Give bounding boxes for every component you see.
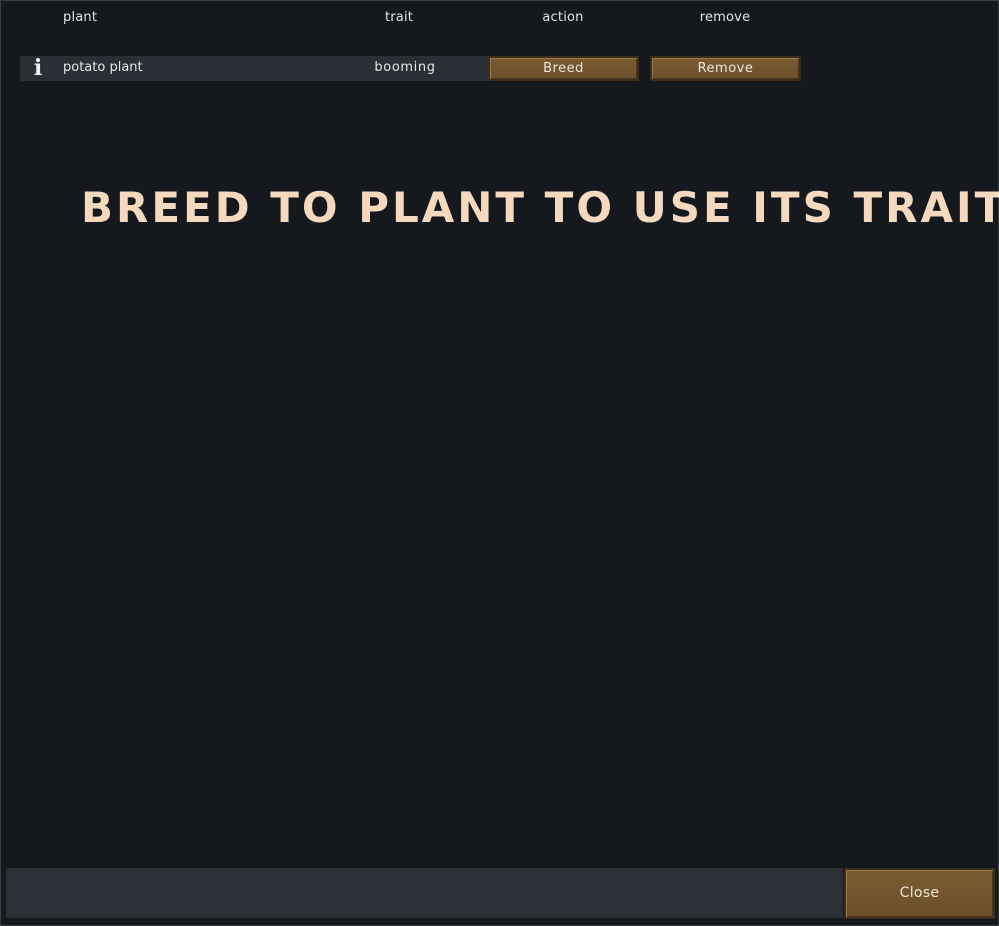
- close-button[interactable]: Close: [844, 868, 995, 919]
- column-header-action: action: [542, 10, 584, 25]
- footer-bar: [6, 868, 843, 918]
- instruction-banner: BREED TO PLANT TO USE ITS TRAIT: [81, 183, 999, 232]
- info-icon[interactable]: i: [30, 57, 46, 80]
- column-header-trait: trait: [384, 10, 414, 25]
- plant-name: potato plant: [63, 60, 143, 75]
- table-row: i potato plant booming: [20, 56, 488, 81]
- remove-button[interactable]: Remove: [650, 56, 801, 81]
- column-header-plant: plant: [63, 10, 98, 25]
- trait-window: plant trait action remove i potato plant…: [0, 0, 999, 926]
- column-header-remove: remove: [699, 10, 751, 25]
- breed-button[interactable]: Breed: [488, 56, 639, 81]
- trait-value: booming: [374, 60, 436, 75]
